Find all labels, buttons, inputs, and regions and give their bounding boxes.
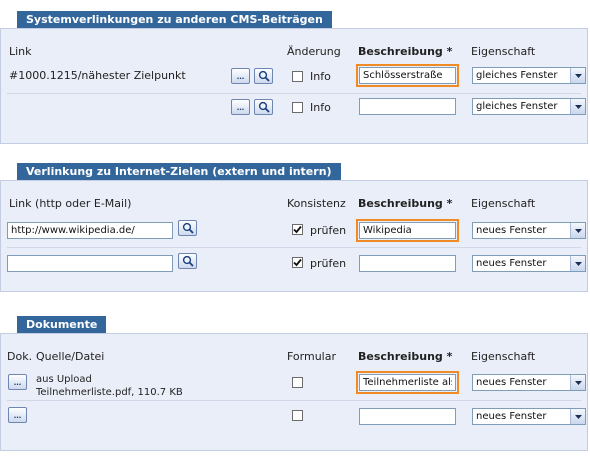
header-property: Eigenschaft [471,197,536,210]
checkmark-icon [293,225,302,234]
checkmark-icon [293,258,302,267]
header-link: Link [9,45,32,58]
browse-button[interactable]: ... [231,99,250,115]
info-label: Info [310,101,331,114]
check-label: prüfen [310,224,347,237]
selected-value: gleiches Fenster [476,101,558,112]
source-line-2: Teilnehmerliste.pdf, 110.7 KB [36,387,183,398]
form-checkbox[interactable] [292,377,303,388]
url-input[interactable] [7,255,173,272]
selected-value: neues Fenster [476,411,547,422]
selected-value: neues Fenster [476,377,547,388]
header-consistency: Konsistenz [287,197,346,210]
window-property-select[interactable]: neues Fenster [472,255,586,272]
header-description: Beschreibung * [358,45,453,58]
magnifier-icon [258,101,270,113]
description-input[interactable] [359,255,456,272]
search-button[interactable] [254,99,273,115]
window-property-select[interactable]: neues Fenster [472,222,586,239]
row-divider [7,93,581,94]
chevron-down-icon [574,228,582,233]
info-checkbox[interactable] [292,71,303,82]
header-dok: Dok. [7,350,33,363]
search-button[interactable] [178,220,197,236]
header-description: Beschreibung * [358,350,453,363]
chevron-down-icon [574,261,582,266]
info-label: Info [310,70,331,83]
check-checkbox[interactable] [292,224,303,235]
header-property: Eigenschaft [471,45,536,58]
documents-panel: Dok. Quelle/Datei Formular Beschreibung … [0,333,588,451]
header-change: Änderung [287,45,341,58]
chevron-down-icon [574,73,582,78]
form-checkbox[interactable] [292,410,303,421]
magnifier-icon [182,255,194,267]
system-links-panel: Link Änderung Beschreibung * Eigenschaft… [0,28,588,144]
row-divider [7,247,581,248]
selected-value: neues Fenster [476,258,547,269]
check-label: prüfen [310,257,347,270]
selected-value: neues Fenster [476,225,547,236]
search-button[interactable] [178,253,197,269]
header-description: Beschreibung * [358,197,453,210]
header-property: Eigenschaft [471,350,536,363]
check-checkbox[interactable] [292,257,303,268]
section-title-internet-links: Verlinkung zu Internet-Zielen (extern un… [17,163,341,180]
window-property-select[interactable]: gleiches Fenster [472,67,586,84]
browse-button[interactable]: ... [231,68,250,84]
browse-button[interactable]: ... [8,374,27,390]
description-input[interactable] [356,371,459,394]
source-line-1: aus Upload [36,374,92,385]
window-property-select[interactable]: neues Fenster [472,374,586,391]
section-title-system-links: Systemverlinkungen zu anderen CMS-Beiträ… [17,11,332,28]
ellipsis-icon: ... [13,410,22,420]
internet-links-panel: Link (http oder E-Mail) Konsistenz Besch… [0,180,588,292]
description-input[interactable] [356,219,459,242]
magnifier-icon [258,70,270,82]
window-property-select[interactable]: neues Fenster [472,408,586,425]
header-link: Link (http oder E-Mail) [9,197,132,210]
description-input[interactable] [356,64,459,87]
header-source: Quelle/Datei [36,350,105,363]
url-input[interactable] [7,222,173,239]
description-input[interactable] [359,408,456,425]
chevron-down-icon [574,380,582,385]
search-button[interactable] [254,68,273,84]
window-property-select[interactable]: gleiches Fenster [472,98,586,115]
header-form: Formular [287,350,337,363]
chevron-down-icon [574,414,582,419]
system-link-target: #1000.1215/nähester Zielpunkt [9,69,186,82]
browse-button[interactable]: ... [8,407,27,423]
ellipsis-icon: ... [236,71,245,81]
chevron-down-icon [574,104,582,109]
ellipsis-icon: ... [236,102,245,112]
description-input[interactable] [359,98,456,115]
selected-value: gleiches Fenster [476,70,558,81]
ellipsis-icon: ... [13,377,22,387]
section-title-documents: Dokumente [17,316,107,333]
info-checkbox[interactable] [292,102,303,113]
magnifier-icon [182,222,194,234]
row-divider [7,400,581,401]
